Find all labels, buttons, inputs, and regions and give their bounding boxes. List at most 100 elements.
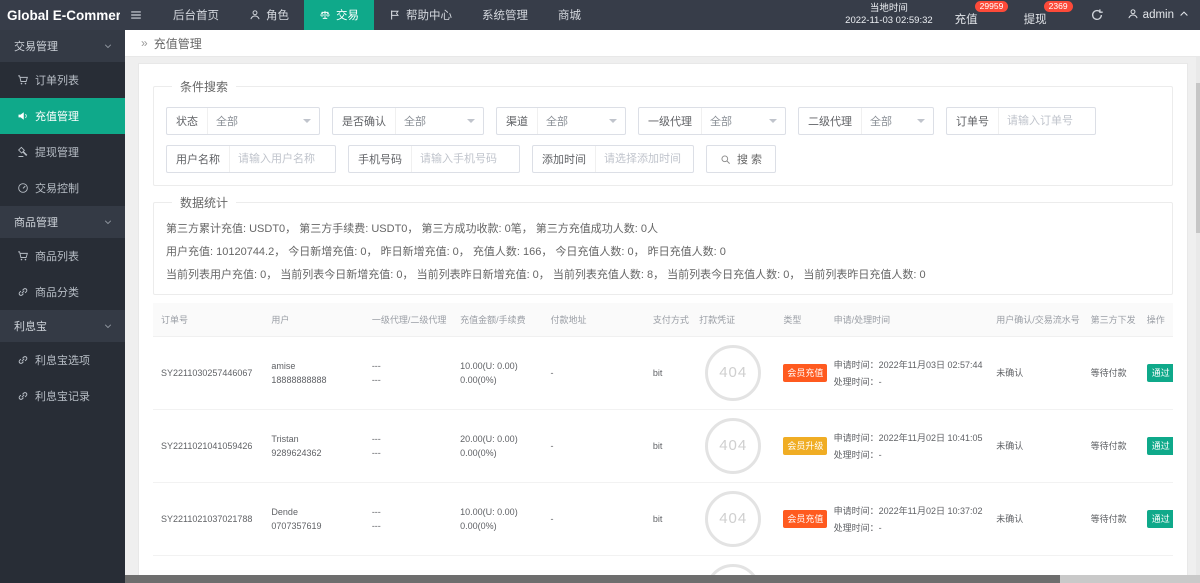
- status-select[interactable]: 全部: [208, 108, 319, 134]
- breadcrumb: » 充值管理: [125, 30, 1200, 57]
- approve-button[interactable]: 通过: [1147, 437, 1173, 455]
- order-no-label: 订单号: [947, 108, 999, 134]
- local-time-value: 2022-11-03 02:59:32: [845, 15, 933, 27]
- confirmed-label: 是否确认: [333, 108, 396, 134]
- agent-level2-select[interactable]: 全部: [862, 108, 933, 134]
- chevron-up-icon: [1178, 8, 1190, 23]
- cell-action: 通过: [1139, 409, 1173, 482]
- cell-type: 会员充值: [775, 336, 825, 409]
- sidebar-group-interest-treasure[interactable]: 利息宝: [0, 310, 125, 342]
- top-nav-label: 帮助中心: [406, 7, 452, 23]
- sidebar-item-product-category[interactable]: 商品分类: [0, 274, 125, 310]
- vertical-scrollbar[interactable]: [1196, 57, 1200, 575]
- column-header: 类型: [775, 303, 825, 336]
- withdraw-shortcut[interactable]: 提现 2369: [1024, 0, 1047, 30]
- sidebar-item-interest-records[interactable]: 利息宝记录: [0, 378, 125, 414]
- sidebar-group-product-management[interactable]: 商品管理: [0, 206, 125, 238]
- approve-button[interactable]: 通过: [1147, 510, 1173, 528]
- cell-voucher: 404: [691, 409, 775, 482]
- sidebar-item-label: 提现管理: [35, 144, 79, 160]
- column-header: 操作: [1139, 303, 1173, 336]
- cell-address: -: [543, 336, 645, 409]
- top-nav-mall[interactable]: 商城: [543, 0, 596, 30]
- order-no-input[interactable]: [999, 108, 1095, 134]
- add-time-input[interactable]: [596, 146, 693, 172]
- refresh-icon[interactable]: [1081, 0, 1113, 30]
- add-time-label: 添加时间: [533, 146, 596, 172]
- top-nav-label: 后台首页: [173, 7, 219, 23]
- cell-time: 申请时间：2022年11月02日 10:41:05处理时间：-: [826, 409, 989, 482]
- user-icon: [1127, 8, 1139, 23]
- top-nav-system[interactable]: 系统管理: [467, 0, 543, 30]
- voucher-404-image[interactable]: 404: [705, 418, 761, 474]
- local-time-label: 当地时间: [870, 3, 908, 15]
- hamburger-icon[interactable]: [120, 0, 152, 30]
- voucher-404-image[interactable]: 404: [705, 491, 761, 547]
- withdraw-count-badge: 2369: [1044, 1, 1073, 12]
- approve-button[interactable]: 通过: [1147, 364, 1173, 382]
- sidebar-group-trade-management[interactable]: 交易管理: [0, 30, 125, 62]
- sidebar-item-product-list[interactable]: 商品列表: [0, 238, 125, 274]
- gauge-icon: [17, 182, 29, 194]
- search-icon: [720, 154, 731, 165]
- breadcrumb-separator-icon: »: [141, 36, 148, 50]
- top-nav-label: 角色: [266, 7, 289, 23]
- stats-panel: 数据统计 第三方累计充值: USDT0， 第三方手续费: USDT0， 第三方成…: [153, 194, 1173, 295]
- top-nav-label: 交易: [336, 7, 359, 23]
- search-button[interactable]: 搜 索: [706, 145, 776, 173]
- sidebar-item-order-list[interactable]: 订单列表: [0, 62, 125, 98]
- username-input[interactable]: [230, 146, 335, 172]
- top-nav-label: 系统管理: [482, 7, 528, 23]
- top-nav-home[interactable]: 后台首页: [158, 0, 234, 30]
- top-nav-trade[interactable]: 交易: [304, 0, 374, 30]
- recharge-count-badge: 29959: [975, 1, 1009, 12]
- agent-level1-select[interactable]: 全部: [702, 108, 785, 134]
- cell-agents: ------: [364, 482, 452, 555]
- column-header: 订单号: [153, 303, 263, 336]
- recharge-shortcut[interactable]: 充值 29959: [955, 0, 978, 30]
- app-window: Global E-Commerce... 后台首页角色交易帮助中心系统管理商城 …: [0, 0, 1200, 583]
- chevron-down-icon: [103, 217, 113, 227]
- sidebar-item-interest-options[interactable]: 利息宝选项: [0, 342, 125, 378]
- sidebar-item-trade-control[interactable]: 交易控制: [0, 170, 125, 206]
- channel-select[interactable]: 全部: [538, 108, 625, 134]
- horizontal-scrollbar-thumb[interactable]: [125, 575, 1060, 583]
- username: admin: [1143, 9, 1174, 21]
- sidebar-item-withdraw-management[interactable]: 提现管理: [0, 134, 125, 170]
- search-row-2: 用户名称手机号码添加时间搜 索: [166, 145, 1160, 173]
- content-area: 条件搜索 状态全部是否确认全部渠道全部一级代理全部二级代理全部订单号 用户名称手…: [125, 57, 1200, 583]
- vertical-scrollbar-thumb[interactable]: [1196, 83, 1200, 233]
- cell-user-confirm: 未确认: [988, 482, 1082, 555]
- search-panel: 条件搜索 状态全部是否确认全部渠道全部一级代理全部二级代理全部订单号 用户名称手…: [153, 78, 1173, 186]
- agent-level2-field: 二级代理全部: [798, 107, 934, 135]
- agent-level2-label: 二级代理: [799, 108, 862, 134]
- layout: 交易管理订单列表充值管理提现管理交易控制商品管理商品列表商品分类利息宝利息宝选项…: [0, 30, 1200, 583]
- chevron-up-icon: [1178, 8, 1190, 20]
- channel-field: 渠道全部: [496, 107, 626, 135]
- horizontal-scrollbar[interactable]: [125, 575, 1200, 583]
- status-label: 状态: [167, 108, 208, 134]
- caret-down-icon: [609, 119, 617, 127]
- voucher-404-image[interactable]: 404: [705, 345, 761, 401]
- phone-input[interactable]: [412, 146, 519, 172]
- top-nav-label: 商城: [558, 7, 581, 23]
- sidebar-item-label: 商品分类: [35, 284, 79, 300]
- user-menu[interactable]: admin: [1127, 0, 1190, 30]
- agent-level1-label: 一级代理: [639, 108, 702, 134]
- cell-time: 申请时间：2022年11月02日 10:37:02处理时间：-: [826, 482, 989, 555]
- agent-level1-field: 一级代理全部: [638, 107, 786, 135]
- confirmed-select[interactable]: 全部: [396, 108, 483, 134]
- phone-field: 手机号码: [348, 145, 520, 173]
- column-header: 付款地址: [543, 303, 645, 336]
- column-header: 打款凭证: [691, 303, 775, 336]
- caret-down-icon: [769, 119, 777, 127]
- cell-amount: 20.00(U: 0.00)0.00(0%): [452, 409, 542, 482]
- channel-label: 渠道: [497, 108, 538, 134]
- top-nav-roles[interactable]: 角色: [234, 0, 304, 30]
- sidebar-item-recharge-management[interactable]: 充值管理: [0, 98, 125, 134]
- type-badge: 会员升级: [783, 437, 827, 455]
- top-nav-help-center[interactable]: 帮助中心: [374, 0, 467, 30]
- column-header: 第三方下发: [1083, 303, 1139, 336]
- sidebar-item-label: 订单列表: [35, 72, 79, 88]
- cell-user: amise18888888888: [263, 336, 363, 409]
